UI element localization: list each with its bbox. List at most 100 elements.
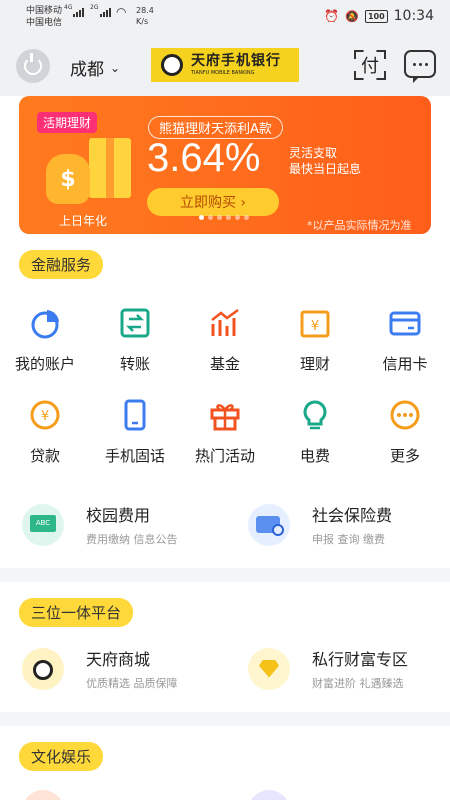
top-bar: 成都 ⌄ 天府手机银行 TIANFU MOBILE BANKING 付 bbox=[0, 34, 450, 96]
section-title-platform: 三位一体平台 bbox=[19, 598, 134, 627]
service-item[interactable]: ¥ 贷款 bbox=[0, 388, 90, 480]
banner-features: 灵活支取 最快当日起息 bbox=[289, 145, 361, 177]
service-label: 电费 bbox=[299, 447, 330, 465]
network-speed: 28.4 K/s bbox=[136, 5, 154, 27]
carousel-dot[interactable] bbox=[199, 215, 204, 220]
status-right: ⏰ 🔕 100 10:34 bbox=[324, 8, 434, 24]
section-divider bbox=[0, 568, 450, 582]
culture-icon-1[interactable] bbox=[22, 790, 64, 800]
service-label: 信用卡 bbox=[382, 355, 428, 373]
banner-tag: 活期理财 bbox=[37, 112, 98, 133]
private-wealth-entry[interactable]: 私行财富专区财富进阶 礼遇臻选 bbox=[248, 646, 408, 691]
fund-chart-icon bbox=[211, 308, 239, 336]
service-item[interactable]: 更多 bbox=[360, 388, 450, 480]
carousel-dot[interactable] bbox=[244, 215, 249, 220]
private-wealth-title: 私行财富专区 bbox=[312, 650, 409, 669]
panda-logo-icon bbox=[161, 54, 183, 76]
alarm-icon: ⏰ bbox=[324, 9, 340, 23]
carousel-dots bbox=[199, 215, 249, 220]
pie-chart-icon bbox=[31, 310, 59, 339]
yen-coin-icon: ¥ bbox=[30, 400, 60, 430]
phone-icon bbox=[124, 399, 146, 431]
mall-subtitle: 优质精选 品质保障 bbox=[86, 677, 178, 690]
network-type-1: 4G bbox=[64, 4, 73, 11]
money-bag-icon: $ bbox=[46, 154, 90, 204]
mute-icon: 🔕 bbox=[345, 9, 359, 23]
campus-fees-entry[interactable]: ABC 校园费用 费用缴纳 信息公告 bbox=[22, 502, 178, 547]
buy-now-button[interactable]: 立即购买 › bbox=[147, 188, 279, 216]
promo-banner[interactable]: $ 活期理财 熊猫理财天添利A款 3.64% 灵活支取 最快当日起息 立即购买 … bbox=[19, 96, 431, 234]
service-label: 理财 bbox=[299, 355, 330, 373]
more-icon bbox=[390, 400, 420, 430]
carousel-dot[interactable] bbox=[226, 215, 231, 220]
service-label: 转账 bbox=[119, 355, 150, 373]
bulb-icon bbox=[303, 400, 327, 430]
banner-disclaimer: *以产品实际情况为准 bbox=[307, 219, 412, 232]
chevron-down-icon: ⌄ bbox=[110, 60, 121, 75]
service-grid: 我的账户 转账 基金 ¥ 理财 信用卡 ¥ 贷款 手机固话 热门活动 电费 更多 bbox=[0, 296, 450, 480]
private-wealth-subtitle: 财富进阶 礼遇臻选 bbox=[312, 677, 404, 690]
service-label: 基金 bbox=[209, 355, 240, 373]
app-screen: 中国移动 中国电信 4G 2G ◠ 28.4 K/s ⏰ 🔕 100 10:34… bbox=[0, 0, 450, 800]
carrier-2: 中国电信 bbox=[26, 18, 63, 28]
feature-row-1: ABC 校园费用 费用缴纳 信息公告 社会保险费申报 查询 缴费 bbox=[0, 490, 450, 568]
clock: 10:34 bbox=[393, 8, 434, 24]
service-item[interactable]: 基金 bbox=[180, 296, 270, 388]
insurance-card-icon bbox=[248, 503, 290, 546]
service-item[interactable]: 转账 bbox=[90, 296, 180, 388]
service-item[interactable]: 热门活动 bbox=[180, 388, 270, 480]
power-logout-icon[interactable] bbox=[16, 49, 50, 83]
section-title-finance: 金融服务 bbox=[19, 250, 104, 279]
carousel-dot[interactable] bbox=[208, 215, 213, 220]
section-title-culture: 文化娱乐 bbox=[19, 742, 104, 771]
scan-pay-button[interactable]: 付 bbox=[354, 50, 386, 80]
carousel-dot[interactable] bbox=[235, 215, 240, 220]
mall-title: 天府商城 bbox=[86, 650, 151, 669]
social-insurance-entry[interactable]: 社会保险费申报 查询 缴费 bbox=[248, 502, 392, 547]
service-item[interactable]: 电费 bbox=[270, 388, 360, 480]
signal-icon-1 bbox=[73, 8, 84, 17]
social-insurance-title: 社会保险费 bbox=[312, 506, 393, 525]
wifi-icon: ◠ bbox=[116, 5, 127, 19]
banner-annual-label: 上日年化 bbox=[59, 214, 108, 228]
service-label: 贷款 bbox=[29, 447, 60, 465]
social-insurance-subtitle: 申报 查询 缴费 bbox=[312, 533, 385, 546]
message-button[interactable] bbox=[404, 50, 436, 83]
feature-row-2: 天府商城优质精选 品质保障 私行财富专区财富进阶 礼遇臻选 bbox=[0, 634, 450, 712]
carrier-info: 中国移动 中国电信 bbox=[26, 5, 62, 29]
wealth-card-icon: ¥ bbox=[300, 310, 330, 338]
service-item[interactable]: 我的账户 bbox=[0, 296, 90, 388]
section-divider bbox=[0, 712, 450, 726]
gift-icon bbox=[210, 404, 240, 431]
service-label: 热门活动 bbox=[194, 447, 255, 465]
service-item[interactable]: ¥ 理财 bbox=[270, 296, 360, 388]
tianfu-mall-entry[interactable]: 天府商城优质精选 品质保障 bbox=[22, 646, 178, 691]
transfer-icon bbox=[120, 308, 150, 338]
logo-chinese: 天府手机银行 bbox=[191, 53, 281, 69]
carrier-1: 中国移动 bbox=[26, 6, 63, 16]
money-bag-symbol: $ bbox=[60, 166, 76, 192]
service-item[interactable]: 信用卡 bbox=[360, 296, 450, 388]
service-label: 我的账户 bbox=[14, 355, 75, 373]
chalkboard-icon: ABC bbox=[22, 503, 64, 546]
bank-logo: 天府手机银行 TIANFU MOBILE BANKING bbox=[151, 48, 299, 82]
service-item[interactable]: 手机固话 bbox=[90, 388, 180, 480]
diamond-icon bbox=[248, 647, 290, 690]
svg-text:¥: ¥ bbox=[311, 319, 319, 334]
banner-feature-1: 灵活支取 bbox=[289, 146, 338, 160]
service-label: 手机固话 bbox=[104, 447, 165, 465]
battery-icon: 100 bbox=[364, 9, 388, 23]
service-label: 更多 bbox=[389, 447, 420, 465]
banner-feature-2: 最快当日起息 bbox=[289, 162, 362, 176]
carousel-dot[interactable] bbox=[217, 215, 222, 220]
gift-box-icon bbox=[89, 138, 131, 198]
panda-shop-icon bbox=[22, 647, 64, 690]
speed-value: 28.4 bbox=[136, 6, 154, 15]
city-selector[interactable]: 成都 ⌄ bbox=[70, 55, 120, 80]
credit-card-icon bbox=[389, 311, 421, 336]
campus-fees-subtitle: 费用缴纳 信息公告 bbox=[86, 533, 178, 546]
culture-icon-2[interactable] bbox=[248, 790, 290, 800]
svg-text:¥: ¥ bbox=[41, 409, 49, 424]
signal-icon-2 bbox=[100, 8, 111, 17]
city-label: 成都 bbox=[70, 60, 104, 80]
